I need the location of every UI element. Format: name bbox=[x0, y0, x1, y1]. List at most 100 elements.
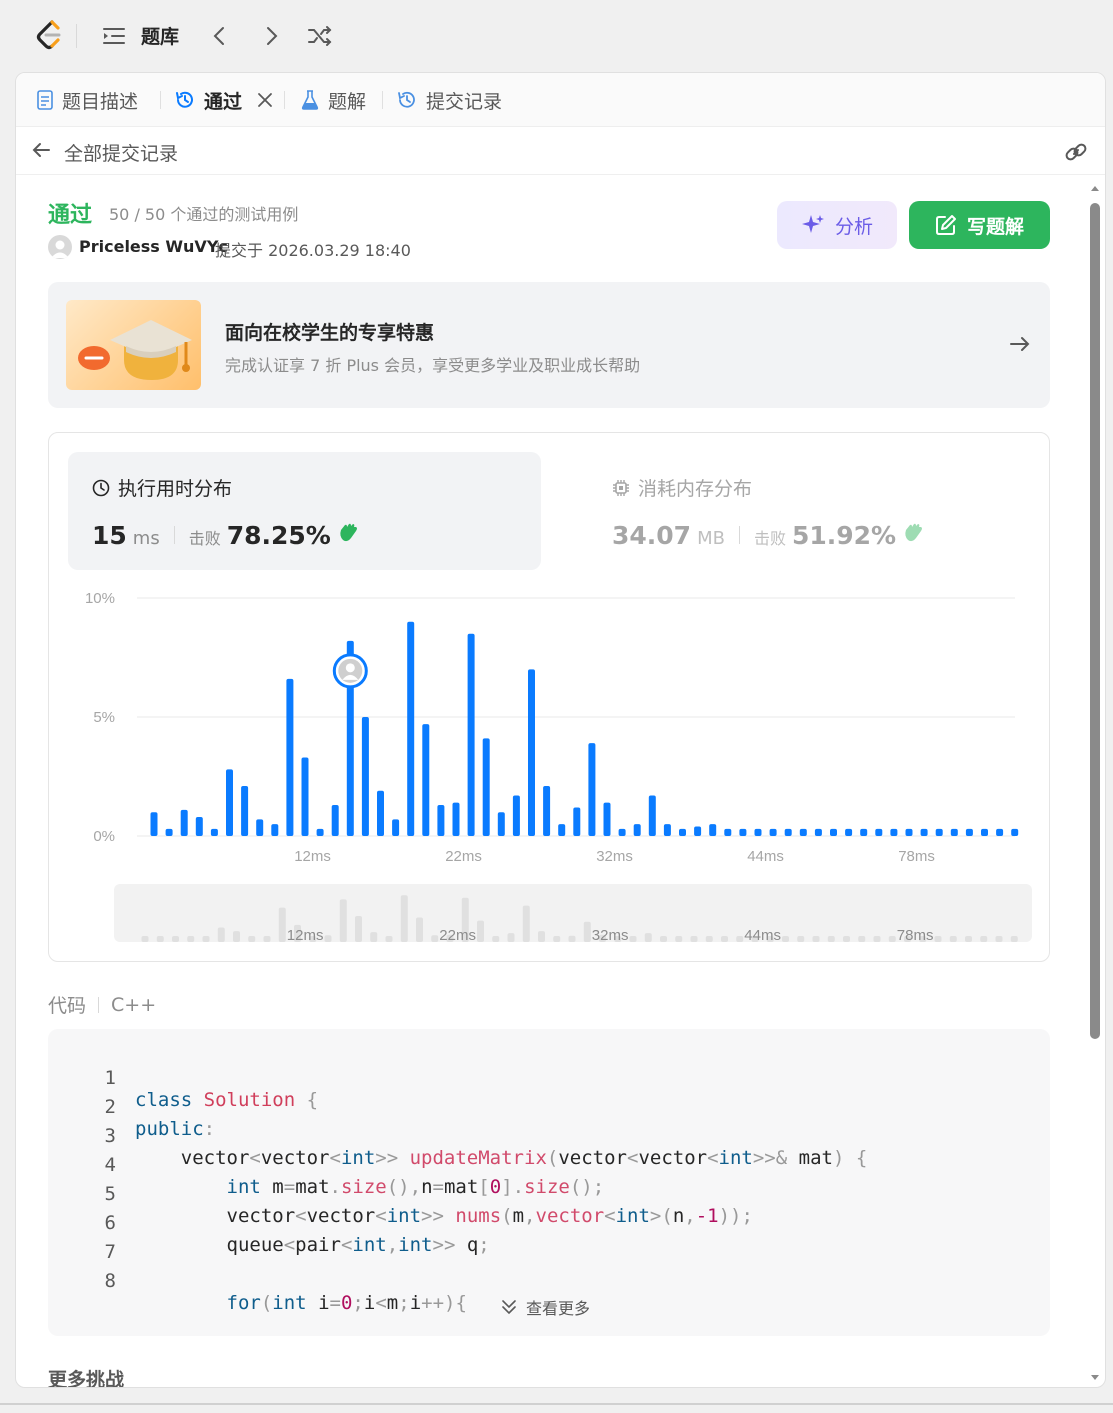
chart-bar[interactable] bbox=[965, 828, 973, 836]
runtime-stat[interactable]: 执行用时分布 15 ms 击败 78.25% bbox=[68, 452, 541, 570]
view-more-button[interactable]: 查看更多 bbox=[500, 1295, 590, 1319]
chart-bar[interactable] bbox=[407, 621, 415, 836]
edit-icon bbox=[935, 215, 956, 235]
write-solution-button[interactable]: 写题解 bbox=[909, 201, 1050, 249]
chart-bar[interactable] bbox=[301, 757, 309, 836]
chart-bar[interactable] bbox=[392, 819, 400, 836]
scrollbar[interactable] bbox=[1088, 183, 1102, 1383]
chart-bar[interactable] bbox=[663, 824, 671, 836]
chart-bar[interactable] bbox=[739, 828, 747, 836]
chart-bar[interactable] bbox=[799, 828, 807, 836]
chart-bar[interactable] bbox=[950, 828, 958, 836]
code-block[interactable]: 1 class Solution { 2 public: 3 vector<ve… bbox=[48, 1029, 1050, 1336]
view-more-label: 查看更多 bbox=[526, 1299, 591, 1318]
shuffle-icon[interactable] bbox=[306, 22, 334, 50]
author-name[interactable]: Priceless WuVYc bbox=[79, 237, 228, 256]
chart-bar[interactable] bbox=[830, 828, 837, 836]
chart-bar[interactable] bbox=[814, 828, 822, 836]
code-text: int m=mat.size(),n=mat[0].size(); bbox=[226, 1176, 605, 1198]
chart-bar[interactable] bbox=[210, 828, 218, 836]
all-submissions-title[interactable]: 全部提交记录 bbox=[64, 139, 178, 166]
mini-bar bbox=[949, 936, 957, 942]
scroll-down-icon[interactable] bbox=[1090, 1373, 1100, 1383]
chart-bar[interactable] bbox=[573, 807, 581, 836]
tab-accepted[interactable]: 通过 bbox=[174, 87, 274, 113]
chart-bar[interactable] bbox=[482, 738, 490, 836]
chart-bar[interactable] bbox=[331, 805, 339, 836]
chart-bar[interactable] bbox=[709, 824, 717, 836]
chevron-left-icon[interactable] bbox=[206, 22, 234, 50]
chart-bar[interactable] bbox=[180, 809, 188, 836]
chart-bar[interactable] bbox=[724, 828, 732, 836]
chart-bar[interactable] bbox=[528, 669, 535, 836]
chart-bar[interactable] bbox=[452, 802, 460, 836]
mini-bar bbox=[644, 933, 652, 942]
chart-bar[interactable] bbox=[603, 802, 611, 836]
chart-bar[interactable] bbox=[648, 795, 656, 836]
chart-bar[interactable] bbox=[361, 717, 369, 836]
mini-x-tick-label: 22ms bbox=[439, 927, 476, 944]
chart-bar[interactable] bbox=[467, 633, 475, 836]
top-bar: 题库 bbox=[0, 0, 1113, 72]
chart-bar[interactable] bbox=[845, 828, 853, 836]
user-position-marker[interactable] bbox=[332, 653, 368, 689]
chart-bar[interactable] bbox=[860, 828, 868, 836]
runtime-distribution-chart[interactable]: 10% 5% 0% 12ms 22ms 32ms 44ms 78ms 12ms 22ms 32ms 4… bbox=[49, 583, 1051, 963]
chart-bar[interactable] bbox=[920, 828, 928, 836]
chart-bar[interactable] bbox=[905, 828, 913, 836]
chart-bar[interactable] bbox=[150, 812, 158, 836]
range-selector[interactable] bbox=[114, 884, 1032, 942]
memory-stat[interactable]: 消耗内存分布 34.07 MB 击败 51.92% bbox=[568, 452, 1041, 570]
tab-description[interactable]: 题目描述 bbox=[36, 87, 138, 113]
chart-bar[interactable] bbox=[195, 816, 203, 836]
chart-bar[interactable] bbox=[633, 824, 641, 836]
scrollbar-thumb[interactable] bbox=[1090, 203, 1100, 1039]
chart-bar[interactable] bbox=[618, 828, 626, 836]
scroll-up-icon[interactable] bbox=[1090, 183, 1100, 193]
chart-bar[interactable] bbox=[256, 819, 264, 836]
chart-bar[interactable] bbox=[543, 786, 551, 836]
list-collapse-icon[interactable] bbox=[100, 22, 128, 50]
chart-bar[interactable] bbox=[935, 828, 943, 836]
chart-bar[interactable] bbox=[875, 828, 883, 836]
chart-bar[interactable] bbox=[437, 805, 445, 836]
chart-bar[interactable] bbox=[241, 786, 249, 836]
chevron-right-icon[interactable] bbox=[257, 22, 285, 50]
chart-bar[interactable] bbox=[588, 743, 596, 836]
chart-bar[interactable] bbox=[996, 828, 1004, 836]
leetcode-logo-icon[interactable] bbox=[32, 18, 66, 52]
chart-bar[interactable] bbox=[497, 812, 505, 836]
chart-bar[interactable] bbox=[769, 828, 777, 836]
arrow-left-icon[interactable] bbox=[30, 139, 52, 161]
mini-bar bbox=[172, 936, 179, 942]
chart-bar[interactable] bbox=[271, 824, 279, 836]
chart-bar[interactable] bbox=[286, 678, 294, 836]
chart-bar[interactable] bbox=[165, 828, 173, 836]
close-icon[interactable] bbox=[256, 91, 274, 109]
chart-bar[interactable] bbox=[558, 824, 566, 836]
student-promo-banner[interactable]: 面向在校学生的专享特惠 完成认证享 7 折 Plus 会员，享受更多学业及职业成… bbox=[48, 282, 1050, 408]
chart-bar[interactable] bbox=[754, 828, 762, 836]
arrow-right-icon[interactable] bbox=[1008, 332, 1032, 356]
chart-bar[interactable] bbox=[890, 828, 898, 836]
tab-bar: 题目描述 通过 题解 提交记录 bbox=[16, 73, 1105, 127]
chart-bar[interactable] bbox=[981, 828, 988, 836]
tab-submissions[interactable]: 提交记录 bbox=[396, 87, 502, 113]
chart-bar[interactable] bbox=[422, 724, 430, 836]
link-icon[interactable] bbox=[1063, 139, 1089, 165]
analyze-button[interactable]: 分析 bbox=[777, 201, 897, 249]
chart-bar[interactable] bbox=[1011, 828, 1019, 836]
chart-bar[interactable] bbox=[316, 828, 324, 836]
tab-solutions[interactable]: 题解 bbox=[300, 87, 366, 113]
chart-bar[interactable] bbox=[784, 828, 792, 836]
chip-icon bbox=[613, 479, 629, 496]
chart-bar[interactable] bbox=[694, 826, 702, 836]
chart-bar[interactable] bbox=[512, 795, 520, 836]
runtime-unit: ms bbox=[132, 528, 160, 549]
avatar[interactable] bbox=[48, 235, 72, 259]
chart-bar[interactable] bbox=[679, 828, 686, 836]
chart-bar[interactable] bbox=[226, 769, 233, 836]
problem-bank-title[interactable]: 题库 bbox=[141, 22, 179, 49]
submit-time: 提交于 2026.03.29 18:40 bbox=[215, 241, 411, 260]
chart-bar[interactable] bbox=[377, 790, 384, 836]
